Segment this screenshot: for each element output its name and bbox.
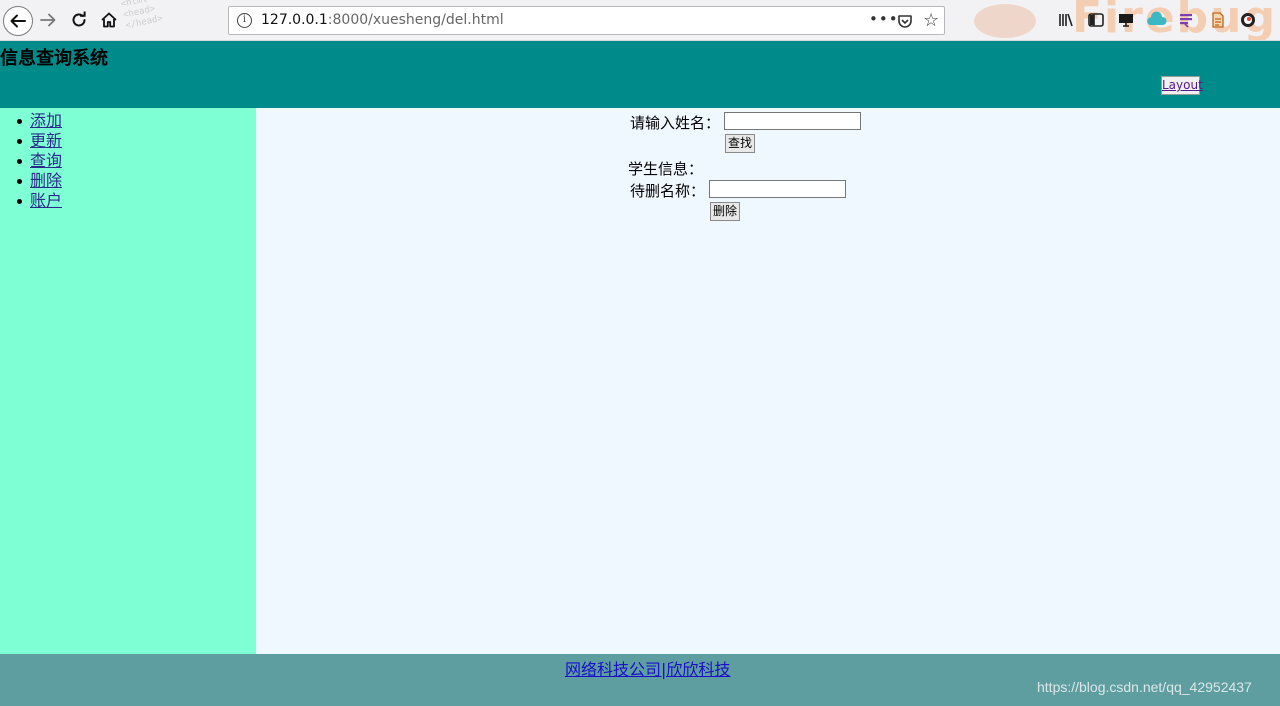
sidebar: 添加 更新 查询 删除 账户 — [0, 108, 256, 654]
sidebar-link-account[interactable]: 账户 — [30, 191, 62, 210]
forward-arrow-icon — [40, 13, 56, 27]
library-icon[interactable] — [1057, 11, 1075, 29]
url-path: :8000/xuesheng/del.html — [327, 12, 504, 28]
menu-list-icon[interactable] — [1177, 11, 1195, 29]
back-arrow-icon — [10, 14, 26, 28]
footer-company-link[interactable]: 网络科技公司|欣欣科技 — [565, 656, 730, 680]
sidebar-item-account: 账户 — [0, 191, 62, 211]
star-icon[interactable]: ☆ — [923, 10, 939, 31]
delete-name-input[interactable] — [709, 180, 846, 198]
sidebar-link-query[interactable]: 查询 — [30, 151, 62, 170]
home-icon — [101, 12, 117, 28]
address-bar[interactable]: i 127.0.0.1:8000/xuesheng/del.html ••• ☆ — [228, 6, 945, 35]
sidebar-icon[interactable] — [1087, 11, 1105, 29]
sidebar-item-delete: 删除 — [0, 171, 62, 191]
reload-icon — [72, 11, 86, 27]
watermark-text: https://blog.csdn.net/qq_42952437 — [1037, 679, 1252, 695]
search-label: 请输入姓名： — [630, 114, 721, 132]
forward-button[interactable] — [35, 7, 61, 33]
sidebar-item-update: 更新 — [0, 131, 62, 151]
reload-button[interactable] — [66, 7, 92, 33]
cloud-icon[interactable] — [1147, 11, 1167, 29]
site-footer: 网络科技公司|欣欣科技 https://blog.csdn.net/qq_429… — [0, 654, 1280, 706]
back-button[interactable] — [3, 6, 33, 36]
sidebar-item-add: 添加 — [0, 111, 62, 131]
url-text[interactable]: 127.0.0.1:8000/xuesheng/del.html — [261, 12, 504, 28]
site-title: 信息查询系统 — [0, 48, 108, 69]
info-icon[interactable]: i — [237, 13, 252, 28]
search-name-input[interactable] — [724, 112, 861, 130]
url-host: 127.0.0.1 — [261, 12, 328, 28]
delete-button[interactable]: 删除 — [710, 202, 740, 221]
site-header: 信息查询系统 Layout — [0, 41, 1280, 108]
student-info-label: 学生信息： — [628, 160, 704, 178]
page-actions-menu[interactable]: ••• — [869, 10, 899, 28]
browser-toolbar: <html xmlns=<head></head> i 127.0.0.1:80… — [0, 0, 1280, 41]
pocket-icon — [898, 15, 912, 28]
document-icon[interactable] — [1209, 11, 1227, 29]
monitor-icon[interactable] — [1117, 11, 1135, 29]
layout-button[interactable]: Layout — [1161, 76, 1203, 95]
sidebar-link-delete[interactable]: 删除 — [30, 171, 62, 190]
profile-icon[interactable] — [1239, 11, 1257, 29]
main-content: 请输入姓名： 查找 学生信息： 待删名称： 删除 — [256, 108, 1280, 654]
pocket-button[interactable] — [897, 13, 913, 33]
home-button[interactable] — [96, 7, 122, 33]
delete-label: 待删名称： — [630, 182, 706, 200]
firebug-bug-icon — [974, 4, 1036, 38]
sidebar-item-query: 查询 — [0, 151, 62, 171]
sidebar-nav: 添加 更新 查询 删除 账户 — [0, 111, 62, 211]
sidebar-link-add[interactable]: 添加 — [30, 111, 62, 130]
search-button[interactable]: 查找 — [725, 134, 755, 153]
sidebar-link-update[interactable]: 更新 — [30, 131, 62, 150]
